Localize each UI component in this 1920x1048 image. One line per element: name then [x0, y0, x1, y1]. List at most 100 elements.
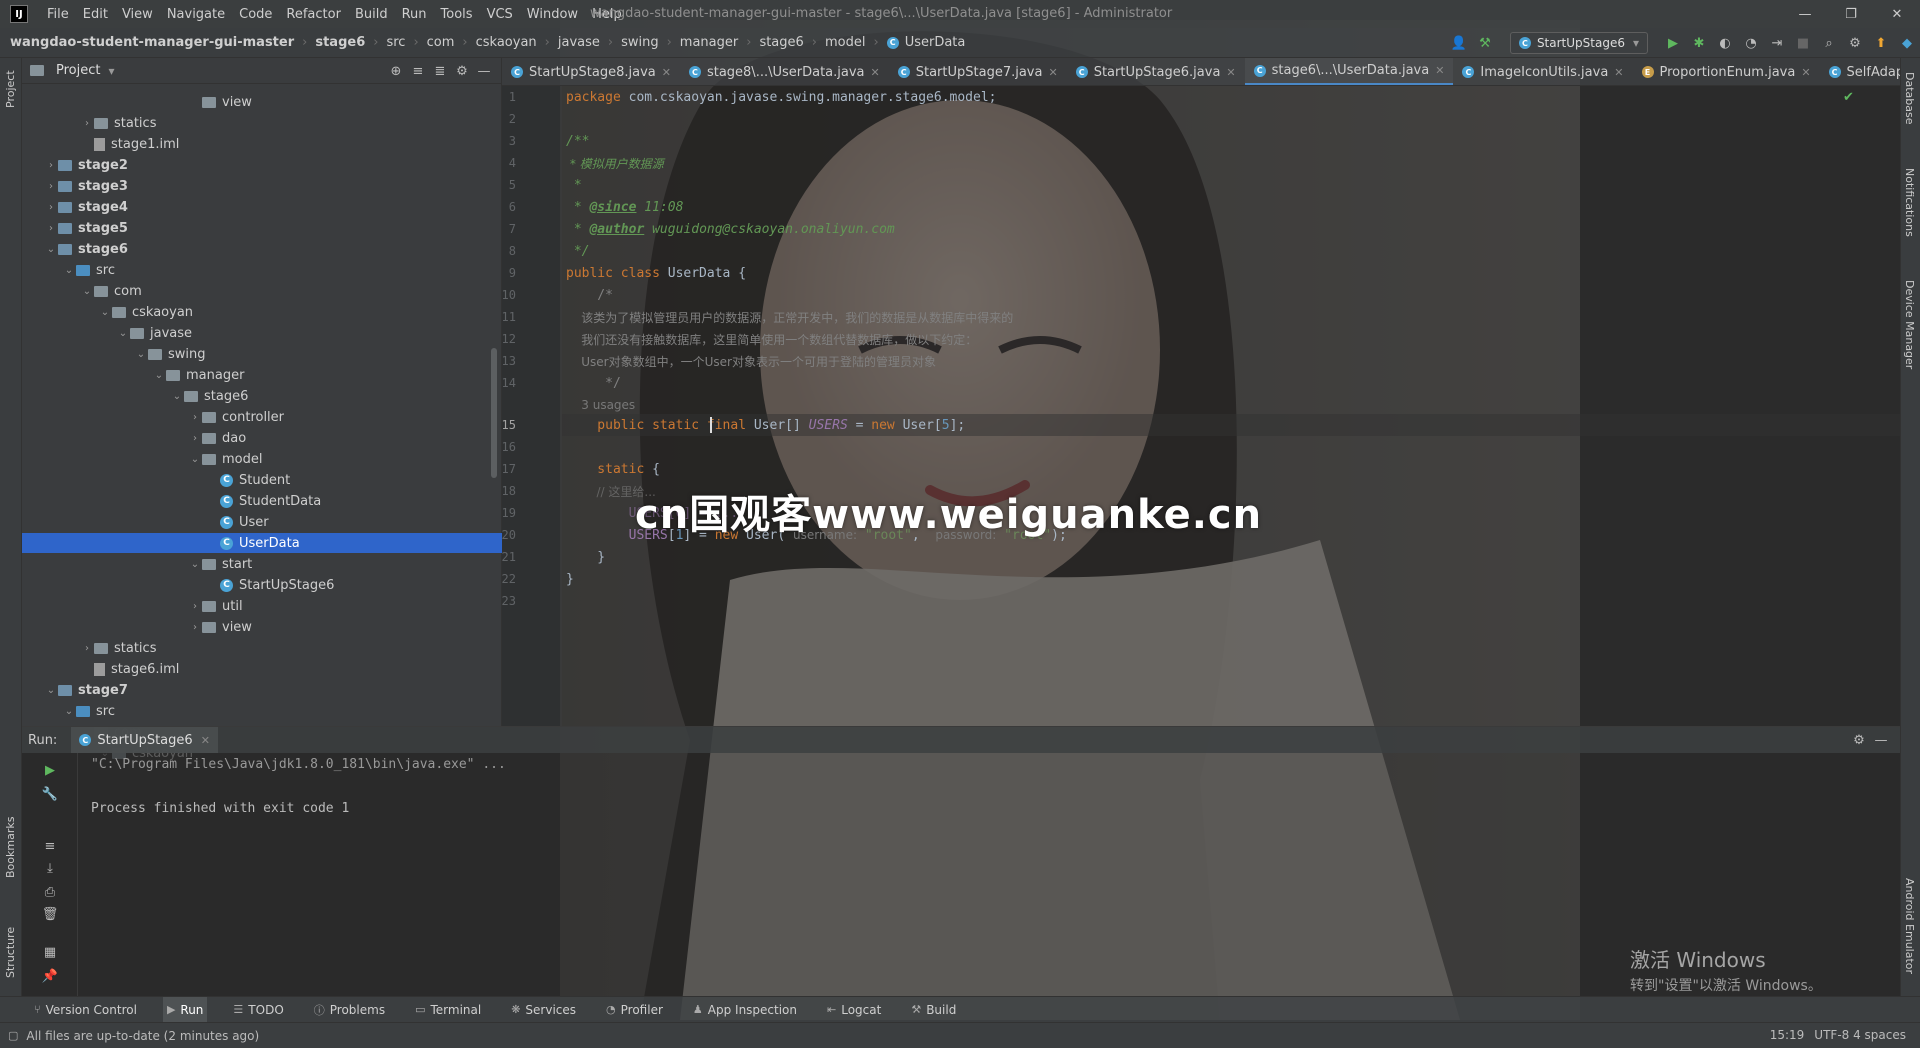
chevron-down-icon[interactable]: ⌄ — [44, 685, 58, 696]
close-icon[interactable]: ✕ — [1048, 66, 1057, 79]
trash-icon[interactable]: 🗑 — [40, 905, 60, 923]
notifications-tool-label[interactable]: Notifications — [1903, 168, 1916, 237]
locate-icon[interactable]: ⊕ — [385, 62, 407, 80]
code-editor[interactable] — [562, 86, 1900, 726]
chevron-down-icon[interactable]: ▾ — [108, 64, 114, 78]
breadcrumb-item[interactable]: com — [427, 35, 455, 50]
rerun-icon[interactable]: ▶ — [40, 761, 60, 779]
chevron-down-icon[interactable]: ⌄ — [62, 706, 76, 717]
menu-vcs[interactable]: VCS — [480, 7, 520, 22]
chevron-right-icon[interactable]: › — [188, 622, 202, 633]
menu-code[interactable]: Code — [232, 7, 279, 22]
restore-icon[interactable]: ❐ — [1828, 0, 1874, 28]
collapse-all-icon[interactable]: ≣ — [429, 62, 451, 80]
tool-logcat[interactable]: ⇤ Logcat — [823, 997, 885, 1023]
menu-build[interactable]: Build — [348, 7, 395, 22]
run-tab-startupstage6[interactable]: C StartUpStage6 ✕ — [71, 727, 218, 753]
caret-position[interactable]: 15:19 — [1770, 1028, 1805, 1042]
soft-wrap-icon[interactable]: ≡ — [40, 837, 60, 855]
debug-icon[interactable]: ✱ — [1688, 32, 1710, 54]
hide-icon[interactable]: — — [473, 62, 495, 80]
run-configuration-select[interactable]: C StartUpStage6 ▾ — [1509, 32, 1648, 54]
status-encoding[interactable]: UTF-8 4 spaces — [1814, 1028, 1906, 1042]
search-icon[interactable]: ⌕ — [1818, 32, 1840, 54]
status-message[interactable]: All files are up-to-date (2 minutes ago) — [26, 1029, 259, 1043]
device-manager-tool-label[interactable]: Device Manager — [1903, 280, 1916, 369]
breadcrumb-item[interactable]: stage6 — [759, 35, 803, 50]
breadcrumb-item[interactable]: stage6 — [315, 35, 365, 50]
tab-startupstage6[interactable]: C StartUpStage6.java ✕ — [1067, 58, 1245, 85]
menu-edit[interactable]: Edit — [76, 7, 115, 22]
close-icon[interactable]: ✕ — [1614, 66, 1623, 79]
tool-profiler[interactable]: ◔ Profiler — [602, 997, 667, 1023]
breadcrumb-item[interactable]: cskaoyan — [476, 35, 537, 50]
tool-terminal[interactable]: ▭ Terminal — [411, 997, 485, 1023]
close-icon[interactable]: ✕ — [871, 66, 880, 79]
tab-proportionenum[interactable]: E ProportionEnum.java ✕ — [1633, 58, 1820, 85]
android-emulator-tool-label[interactable]: Android Emulator — [1903, 878, 1916, 974]
close-icon[interactable]: ✕ — [662, 66, 671, 79]
tool-version-control[interactable]: ⑂ Version Control — [30, 997, 141, 1023]
tool-services[interactable]: ❋ Services — [507, 997, 580, 1023]
run-icon[interactable]: ▶ — [1662, 32, 1684, 54]
tab-startupstage7[interactable]: C StartUpStage7.java ✕ — [889, 58, 1067, 85]
intellij-logo-icon[interactable]: IJ — [10, 5, 28, 23]
plugin-icon[interactable]: ◆ — [1896, 32, 1918, 54]
breadcrumb-item[interactable]: src — [386, 35, 405, 50]
breadcrumb-item[interactable]: model — [825, 35, 865, 50]
user-icon[interactable]: 👤 — [1448, 32, 1470, 54]
tool-problems[interactable]: ⓘ Problems — [310, 997, 389, 1023]
database-tool-label[interactable]: Database — [1903, 72, 1916, 125]
settings-icon[interactable]: ⚙ — [1844, 32, 1866, 54]
tab-stage8-userdata[interactable]: Cstage8\...\UserData.java ✕ — [680, 58, 889, 85]
menu-navigate[interactable]: Navigate — [160, 7, 232, 22]
stop-icon[interactable]: ■ — [1792, 32, 1814, 54]
chevron-down-icon[interactable]: ⌄ — [170, 391, 184, 402]
tab-selfadaptivescreen[interactable]: C SelfAdaptiveScreenJ — [1820, 58, 1900, 85]
breadcrumb-item[interactable]: UserData — [905, 35, 966, 50]
menu-run[interactable]: Run — [395, 7, 434, 22]
tool-build[interactable]: ⚒ Build — [907, 997, 960, 1023]
close-icon[interactable]: ✕ — [1226, 66, 1235, 79]
print-icon[interactable]: ⎙ — [40, 883, 60, 901]
tree-item[interactable]: › view — [188, 617, 252, 637]
close-icon[interactable]: ✕ — [1435, 64, 1444, 77]
chevron-right-icon[interactable]: › — [80, 643, 94, 654]
tree-item[interactable]: stage6.iml — [80, 659, 179, 679]
close-icon[interactable]: ✕ — [1874, 0, 1920, 28]
breadcrumb-item[interactable]: swing — [621, 35, 659, 50]
wrench-icon[interactable]: 🔧 — [40, 785, 60, 803]
breadcrumb-item[interactable]: manager — [680, 35, 738, 50]
close-icon[interactable]: ✕ — [1801, 66, 1810, 79]
minimize-icon[interactable]: — — [1782, 0, 1828, 28]
close-icon[interactable]: ✕ — [201, 734, 210, 747]
menu-refactor[interactable]: Refactor — [279, 7, 348, 22]
menu-window[interactable]: Window — [520, 7, 585, 22]
gear-icon[interactable]: ⚙ — [451, 62, 473, 80]
coverage-icon[interactable]: ◐ — [1714, 32, 1736, 54]
update-icon[interactable]: ⬆ — [1870, 32, 1892, 54]
status-icon[interactable]: ▢ — [8, 1029, 18, 1042]
scroll-to-end-icon[interactable]: ⤓ — [40, 859, 60, 877]
tool-app-inspection[interactable]: ♟ App Inspection — [689, 997, 801, 1023]
pin-icon[interactable]: 📌 — [40, 967, 60, 985]
tree-item[interactable]: › statics — [80, 638, 156, 658]
bookmarks-tool-label[interactable]: Bookmarks — [4, 817, 17, 878]
breadcrumb-item[interactable]: wangdao-student-manager-gui-master — [10, 35, 294, 50]
profile-icon[interactable]: ◔ — [1740, 32, 1762, 54]
hammer-icon[interactable]: ⚒ — [1474, 32, 1496, 54]
tree-item[interactable]: ⌄ src — [62, 701, 115, 721]
inspection-ok-icon[interactable]: ✔ — [1843, 90, 1854, 105]
project-panel-title[interactable]: Project — [56, 63, 100, 78]
tree-item[interactable]: ⌄ stage7 — [44, 680, 128, 700]
menu-tools[interactable]: Tools — [434, 7, 480, 22]
breadcrumb-item[interactable]: javase — [558, 35, 600, 50]
tool-run[interactable]: ▶ Run — [162, 996, 208, 1023]
usages-hint[interactable]: 3 usages — [566, 394, 635, 416]
tab-imageiconutils[interactable]: C ImageIconUtils.java ✕ — [1453, 58, 1632, 85]
tool-todo[interactable]: ☰ TODO — [229, 997, 287, 1023]
gear-icon[interactable]: ⚙ — [1848, 731, 1870, 749]
hide-icon[interactable]: — — [1870, 731, 1892, 749]
attach-icon[interactable]: ⇥ — [1766, 32, 1788, 54]
tab-stage6-userdata[interactable]: Cstage6\...\UserData.java ✕ — [1244, 58, 1454, 85]
